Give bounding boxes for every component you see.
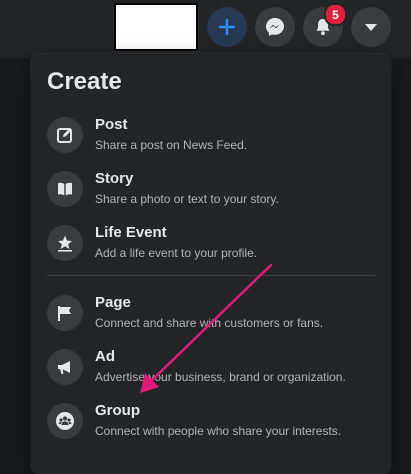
account-menu-button[interactable] — [351, 7, 391, 47]
menu-item-label: Ad — [95, 348, 115, 365]
messenger-icon — [266, 18, 284, 36]
menu-item-life-event[interactable]: Life Event Add a life event to your prof… — [39, 218, 383, 272]
compose-icon — [47, 117, 83, 153]
star-icon — [47, 225, 83, 261]
menu-item-label: Group — [95, 402, 140, 419]
menu-item-description: Add a life event to your profile. — [95, 246, 258, 260]
menu-item-ad[interactable]: Ad Advertise your business, brand or org… — [39, 342, 383, 396]
plus-icon — [218, 18, 236, 36]
book-icon — [47, 171, 83, 207]
menu-item-label: Page — [95, 294, 131, 311]
create-menu: Create Post Share a post on News Feed. S… — [31, 54, 391, 474]
menu-item-description: Connect with people who share your inter… — [95, 424, 342, 438]
menu-item-label: Post — [95, 116, 128, 133]
menu-item-description: Share a photo or text to your story. — [95, 192, 279, 206]
create-button[interactable] — [207, 7, 247, 47]
menu-item-page[interactable]: Page Connect and share with customers or… — [39, 288, 383, 342]
menu-item-label: Story — [95, 170, 134, 187]
menu-item-story[interactable]: Story Share a photo or text to your stor… — [39, 164, 383, 218]
menu-title: Create — [47, 68, 122, 95]
menu-divider — [47, 275, 375, 276]
caret-down-icon — [365, 24, 377, 31]
menu-item-label: Life Event — [95, 224, 167, 241]
menu-item-description: Advertise your business, brand or organi… — [95, 370, 346, 384]
notifications-button[interactable]: 5 — [303, 3, 347, 47]
menu-item-post[interactable]: Post Share a post on News Feed. — [39, 110, 383, 164]
redacted-area — [114, 3, 198, 51]
group-icon — [47, 403, 83, 439]
megaphone-icon — [47, 349, 83, 385]
menu-item-description: Connect and share with customers or fans… — [95, 316, 324, 330]
top-navigation-bar — [0, 0, 411, 56]
notification-badge: 5 — [324, 3, 347, 26]
flag-icon — [47, 295, 83, 331]
menu-item-description: Share a post on News Feed. — [95, 138, 248, 152]
messenger-button[interactable] — [255, 7, 295, 47]
menu-item-group[interactable]: Group Connect with people who share your… — [39, 396, 383, 450]
